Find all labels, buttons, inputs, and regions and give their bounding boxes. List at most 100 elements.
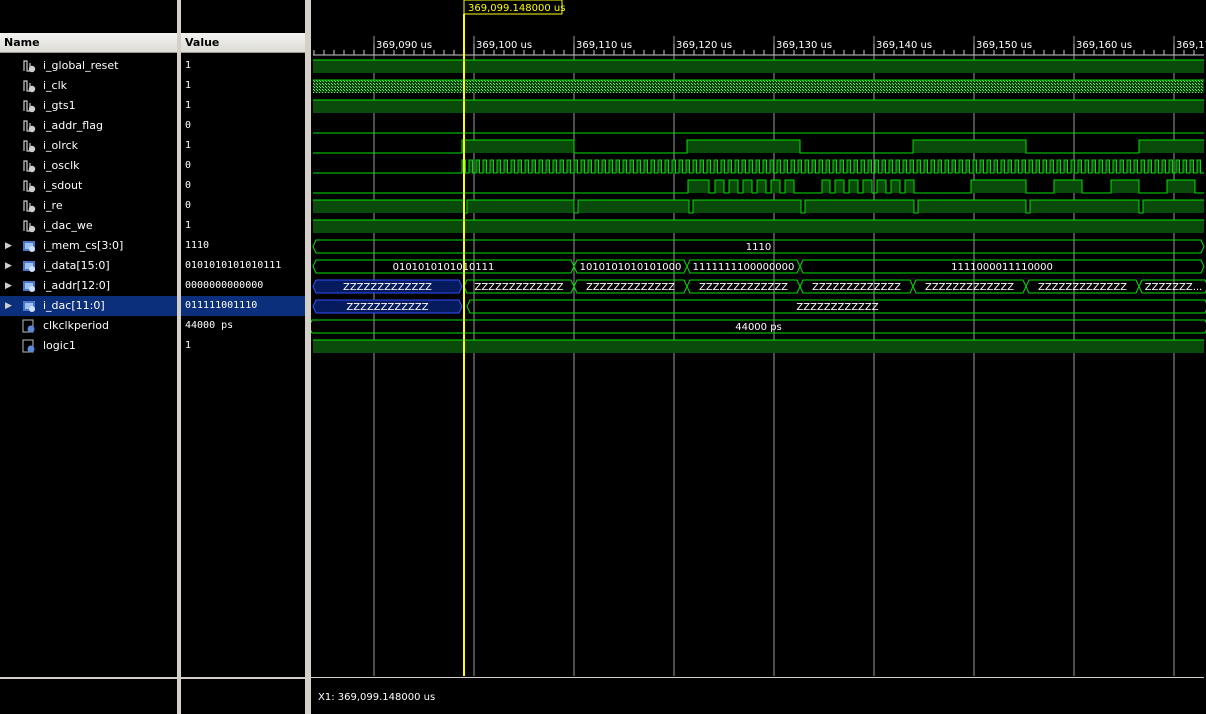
signal-row-i-data-15-0[interactable]: ▶ i_data[15:0] — [0, 256, 177, 276]
i-re-high-fill — [805, 200, 914, 213]
i-osclk-high-fill — [651, 160, 655, 173]
ruler-tick-label: 369,140 us — [876, 40, 932, 51]
ruler-tick-label: 369,150 us — [976, 40, 1032, 51]
i-dac-z-value-label: ZZZZZZZZZZZZ — [346, 302, 428, 313]
i-addr-value-label: ZZZZZZZZZZZZZ — [925, 282, 1014, 293]
signal-row-i-olrck[interactable]: i_olrck — [0, 136, 177, 156]
i-osclk-high-fill — [1148, 160, 1152, 173]
signal-row-i-addr-12-0[interactable]: ▶ i_addr[12:0] — [0, 276, 177, 296]
signal-row-i-dac-11-0[interactable]: ▶ i_dac[11:0] — [0, 296, 177, 316]
i-sdout-high-fill — [863, 180, 872, 193]
i-osclk-high-fill — [1050, 160, 1054, 173]
i-re-high-fill — [578, 200, 689, 213]
i-osclk-high-fill — [1008, 160, 1012, 173]
signal-row-i-osclk[interactable]: i_osclk — [0, 156, 177, 176]
signal-value-cell[interactable]: 0101010101010111 — [181, 256, 305, 276]
signal-name-label: i_gts1 — [43, 99, 76, 112]
signal-value-cell[interactable]: 011111001110 — [181, 296, 305, 316]
name-column-header[interactable]: Name — [0, 33, 177, 53]
i-osclk-high-fill — [896, 160, 900, 173]
i-osclk-high-fill — [1099, 160, 1103, 173]
value-column-header[interactable]: Value — [181, 33, 305, 53]
i-osclk-high-fill — [938, 160, 942, 173]
signal-value-cell[interactable]: 0 — [181, 176, 305, 196]
signal-value-cell[interactable]: 0 — [181, 196, 305, 216]
i-osclk-high-fill — [658, 160, 662, 173]
i-osclk-high-fill — [994, 160, 998, 173]
signal-value-cell[interactable]: 1 — [181, 76, 305, 96]
i-osclk-high-fill — [672, 160, 676, 173]
waveform-canvas[interactable]: 369,090 us 369,100 us 369,110 us 369,120 us… — [311, 0, 1206, 714]
i-sdout-high-fill — [877, 180, 886, 193]
i-addr-value-label: ZZZZZZZZZZZZZ — [1038, 282, 1127, 293]
signal-name-label: i_sdout — [43, 179, 83, 192]
signal-row-i-re[interactable]: i_re — [0, 196, 177, 216]
ruler-tick-label: 369,130 us — [776, 40, 832, 51]
signal-value-cell[interactable]: 1 — [181, 56, 305, 76]
signal-value-cell[interactable]: 1 — [181, 136, 305, 156]
i-osclk-high-fill — [987, 160, 991, 173]
i-osclk-high-fill — [1092, 160, 1096, 173]
i-osclk-high-fill — [700, 160, 704, 173]
signal-row-i-gts1[interactable]: i_gts1 — [0, 96, 177, 116]
expand-triangle-icon[interactable]: ▶ — [5, 296, 12, 316]
ruler-tick-label: 369,160 us — [1076, 40, 1132, 51]
expand-triangle-icon[interactable]: ▶ — [5, 256, 12, 276]
signal-value-cell[interactable]: 1 — [181, 216, 305, 236]
expand-triangle-icon[interactable]: ▶ — [5, 276, 12, 296]
i-osclk-high-fill — [945, 160, 949, 173]
i-osclk-high-fill — [1085, 160, 1089, 173]
i-osclk-high-fill — [1120, 160, 1124, 173]
signal-value-cell[interactable]: 0 — [181, 116, 305, 136]
signal-row-i-mem-cs-3-0[interactable]: ▶ i_mem_cs[3:0] — [0, 236, 177, 256]
cursor-time-label: 369,099.148000 us — [468, 3, 565, 14]
i-osclk-high-fill — [714, 160, 718, 173]
signal-value-cell[interactable]: 1 — [181, 96, 305, 116]
signal-row-i-dac-we[interactable]: i_dac_we — [0, 216, 177, 236]
signal-row-i-addr-flag[interactable]: i_addr_flag — [0, 116, 177, 136]
i-sdout-high-fill — [1111, 180, 1139, 193]
i-osclk-high-fill — [637, 160, 641, 173]
i-osclk-high-fill — [1001, 160, 1005, 173]
i-osclk-high-fill — [805, 160, 809, 173]
i-osclk-high-fill — [476, 160, 480, 173]
signal-row-i-sdout[interactable]: i_sdout — [0, 176, 177, 196]
i-osclk-high-fill — [532, 160, 536, 173]
i-osclk-high-fill — [784, 160, 788, 173]
i-gts1-fill — [313, 100, 1204, 113]
signal-row-logic1[interactable]: logic1 — [0, 336, 177, 356]
i-osclk-high-fill — [595, 160, 599, 173]
i-olrck-high-fill — [1139, 140, 1204, 153]
i-osclk-high-fill — [679, 160, 683, 173]
i-osclk-high-fill — [798, 160, 802, 173]
i-osclk-high-fill — [553, 160, 557, 173]
signal-row-clkclkperiod[interactable]: clkclkperiod — [0, 316, 177, 336]
signal-value-cell[interactable]: 44000 ps — [181, 316, 305, 336]
i-osclk-high-fill — [602, 160, 606, 173]
signal-name-label: i_data[15:0] — [43, 259, 110, 272]
i-dac-value-label: ZZZZZZZZZZZZ — [796, 302, 878, 313]
signal-name-label: i_olrck — [43, 139, 79, 152]
signal-name-label: i_addr_flag — [43, 119, 103, 132]
signal-value-cell[interactable]: 1 — [181, 336, 305, 356]
signal-name-label: i_addr[12:0] — [43, 279, 111, 292]
signal-value-cell[interactable]: 0 — [181, 156, 305, 176]
i-osclk-high-fill — [742, 160, 746, 173]
i-osclk-high-fill — [504, 160, 508, 173]
signal-name-label: i_osclk — [43, 159, 80, 172]
i-osclk-high-fill — [707, 160, 711, 173]
signal-value-cell[interactable]: 0000000000000 — [181, 276, 305, 296]
i-osclk-high-fill — [1071, 160, 1075, 173]
i-osclk-high-fill — [1169, 160, 1173, 173]
i-re-high-fill — [693, 200, 801, 213]
signal-row-i-clk[interactable]: i_clk — [0, 76, 177, 96]
logic-signal-icon — [22, 99, 36, 113]
i-sdout-high-fill — [715, 180, 724, 193]
expand-triangle-icon[interactable]: ▶ — [5, 236, 12, 256]
i-osclk-high-fill — [609, 160, 613, 173]
signal-value-cell[interactable]: 1110 — [181, 236, 305, 256]
i-osclk-high-fill — [952, 160, 956, 173]
i-osclk-high-fill — [854, 160, 858, 173]
signal-name-label: i_re — [43, 199, 63, 212]
signal-row-i-global-reset[interactable]: i_global_reset — [0, 56, 177, 76]
